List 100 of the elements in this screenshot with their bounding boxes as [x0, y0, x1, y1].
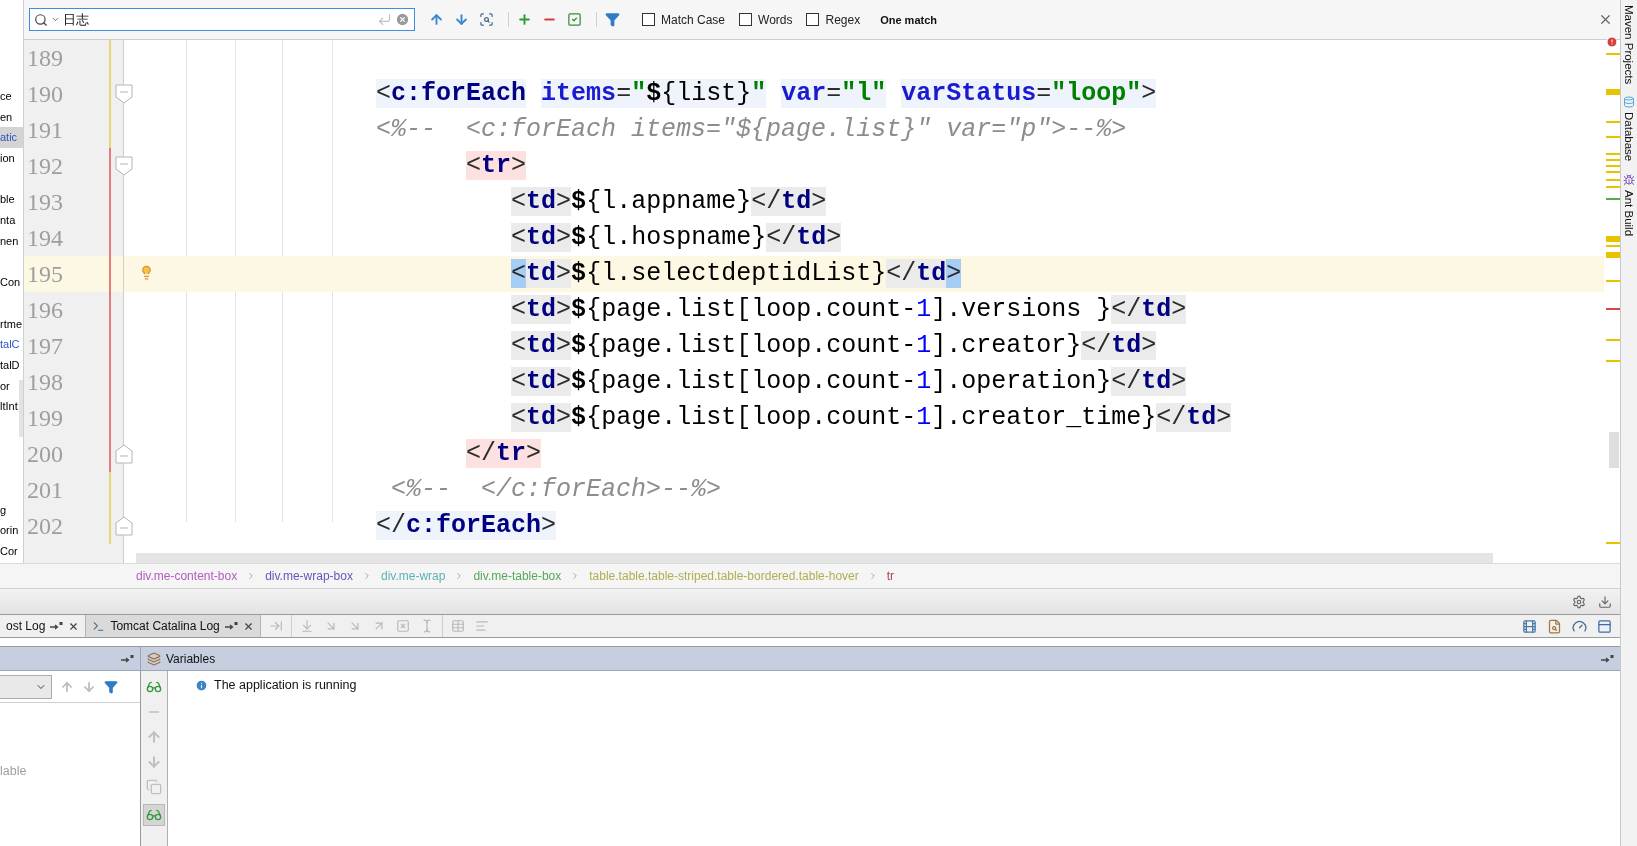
layout-icon[interactable]	[1597, 618, 1612, 634]
horizontal-scrollbar[interactable]	[136, 553, 1493, 563]
console-icon[interactable]	[92, 619, 106, 633]
tool-window-button[interactable]: Ant Build	[1623, 173, 1635, 236]
stack-icon	[147, 651, 161, 666]
add-watch-icon[interactable]	[146, 679, 162, 695]
fold-toggle[interactable]	[115, 156, 133, 176]
line-number: 189	[26, 44, 63, 73]
code-line: <td>${page.list[loop.count-1].operation}</td>	[510, 367, 1187, 396]
pin-icon[interactable]	[50, 622, 64, 630]
tool-window-button[interactable]: Database	[1623, 96, 1635, 162]
line-number: 197	[26, 332, 63, 361]
project-item[interactable]: talD	[0, 358, 20, 371]
code-line: <td>${l.selectdeptidList}</td>	[510, 259, 962, 288]
indent-icon[interactable]	[268, 619, 283, 633]
project-item[interactable]: or	[0, 379, 10, 392]
breadcrumb-item[interactable]: tr	[886, 569, 895, 583]
pin-icon[interactable]	[224, 622, 238, 630]
line-number: 199	[26, 404, 63, 433]
code-line: <td>${l.hospname}</td>	[510, 223, 842, 252]
code-line: </tr>	[465, 439, 542, 468]
filter-icon[interactable]	[605, 12, 620, 27]
drop-frame-icon[interactable]	[395, 619, 410, 633]
step-over-icon[interactable]	[299, 619, 314, 633]
download-icon[interactable]	[1598, 594, 1612, 609]
magnifier-icon[interactable]	[479, 12, 494, 27]
lightbulb-icon[interactable]	[139, 265, 154, 280]
frame-dropdown[interactable]	[0, 674, 52, 699]
pin-icon[interactable]	[121, 654, 134, 663]
project-item[interactable]: nta	[0, 214, 16, 227]
code-line: <%-- </c:forEach>--%>	[390, 475, 722, 504]
project-item[interactable]: ltInt	[0, 400, 18, 413]
breadcrumb-item[interactable]: div.me-content-box	[136, 569, 238, 583]
close-icon[interactable]	[68, 620, 80, 632]
fold-toggle[interactable]	[115, 84, 133, 104]
arrow-down-icon[interactable]	[82, 679, 96, 694]
info-icon	[195, 678, 208, 692]
pin-icon[interactable]	[1601, 654, 1614, 663]
settings-icon[interactable]	[1572, 594, 1586, 609]
project-item[interactable]: rtme	[0, 317, 22, 330]
clear-icon[interactable]	[395, 12, 410, 27]
line-number: 198	[26, 368, 63, 397]
code-line: <td>${page.list[loop.count-1].versions }</td>	[510, 295, 1187, 324]
panel-title: Variables	[166, 651, 217, 666]
plus-icon[interactable]	[517, 12, 532, 27]
project-item[interactable]: ce	[0, 90, 12, 102]
project-item[interactable]: talC	[0, 338, 20, 351]
film-icon[interactable]	[1522, 618, 1537, 634]
line-number: 201	[26, 476, 63, 505]
code-line: </c:forEach>	[375, 511, 557, 540]
project-item[interactable]: ble	[0, 193, 15, 206]
code-line: <c:forEach items="${list}" var="l" varStatus="loop">	[375, 79, 1157, 108]
file-search-icon[interactable]	[1547, 618, 1562, 634]
scrollbar-thumb[interactable]	[1609, 432, 1619, 468]
line-number: 200	[26, 440, 63, 469]
close-icon[interactable]	[1598, 12, 1613, 27]
empty-message: lable	[0, 764, 28, 778]
enter-icon[interactable]	[377, 12, 392, 27]
project-item[interactable]: ion	[0, 152, 15, 165]
checkbox-icon[interactable]	[567, 12, 582, 27]
project-item[interactable]: Cor	[0, 545, 18, 558]
search-field[interactable]: 日志	[29, 8, 415, 31]
list-icon[interactable]	[474, 619, 489, 633]
match-count: One match	[880, 13, 938, 26]
code-line: <td>${page.list[loop.count-1].creator_time}</td>	[510, 403, 1232, 432]
option-checkbox[interactable]: Regex	[806, 12, 861, 27]
code-line: <tr>	[465, 151, 527, 180]
project-item[interactable]: Con	[0, 276, 21, 289]
project-item[interactable]: en	[0, 110, 13, 123]
table-icon[interactable]	[450, 619, 465, 633]
line-number: 190	[26, 80, 63, 109]
line-number: 194	[26, 224, 63, 253]
caret-icon[interactable]	[51, 15, 60, 24]
line-number: 202	[26, 512, 63, 541]
line-number: 191	[26, 116, 63, 145]
log-tab[interactable]: Tomcat Catalina Log	[86, 615, 261, 637]
arrow-up-icon[interactable]	[60, 679, 74, 694]
error-icon[interactable]	[1606, 36, 1618, 48]
project-item[interactable]: nen	[0, 234, 19, 247]
tool-window-button[interactable]: Maven Projects	[1623, 5, 1635, 85]
gauge-icon[interactable]	[1572, 618, 1587, 634]
status-message: The application is running	[214, 678, 357, 692]
search-icon[interactable]	[34, 12, 48, 27]
fold-toggle[interactable]	[115, 444, 133, 464]
project-item[interactable]: orin	[0, 524, 19, 537]
option-checkbox[interactable]: Match Case	[642, 12, 726, 27]
line-number: 192	[26, 152, 63, 181]
filter-icon[interactable]	[104, 679, 118, 694]
bug-icon	[1623, 173, 1635, 186]
project-item[interactable]: g	[0, 503, 7, 516]
fold-toggle[interactable]	[115, 516, 133, 536]
code-line: <%-- <c:forEach items="${page.list}" var="p">--%>	[375, 115, 1127, 144]
glasses-icon[interactable]	[146, 807, 162, 823]
option-checkbox[interactable]: Words	[739, 12, 793, 27]
line-number: 193	[26, 188, 63, 217]
scrollbar-thumb[interactable]	[19, 380, 23, 437]
close-icon[interactable]	[242, 620, 254, 632]
breadcrumb-item[interactable]: div.me-wrap-box	[265, 569, 353, 583]
code-line: <td>${page.list[loop.count-1].creator}</td>	[510, 331, 1157, 360]
copy-icon[interactable]	[146, 779, 162, 795]
